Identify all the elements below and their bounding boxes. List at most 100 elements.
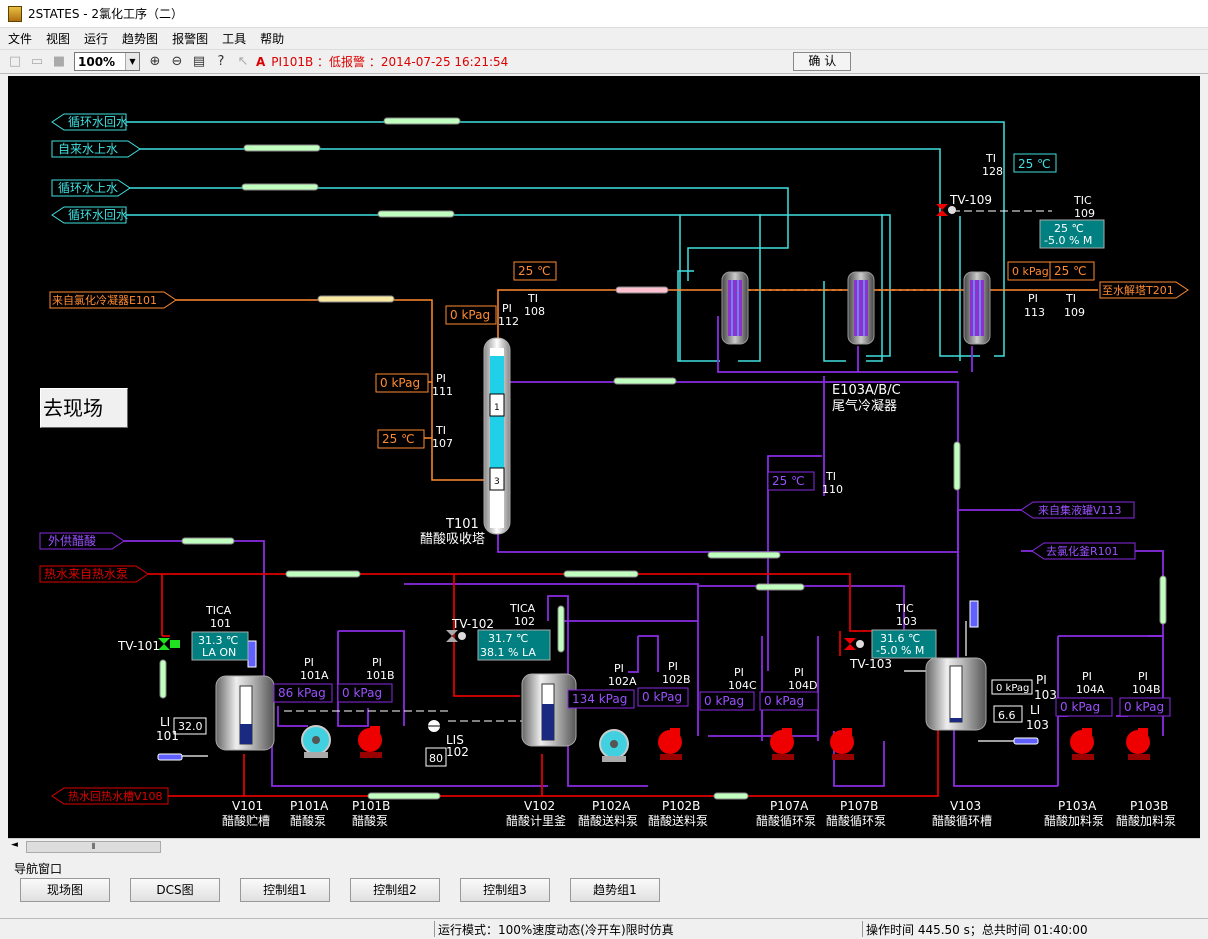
pi102a-value[interactable]: 134 kPag — [572, 692, 627, 706]
confirm-alarm-button[interactable]: 确 认 — [793, 52, 852, 71]
pi103-num: 103 — [1034, 688, 1057, 702]
print-icon[interactable]: ▤ — [190, 53, 208, 71]
nav-control-group-3-button[interactable]: 控制组3 — [460, 878, 550, 902]
pi104a-value[interactable]: 0 kPag — [1060, 700, 1100, 714]
vessel-v102[interactable] — [521, 673, 577, 747]
horizontal-scrollbar[interactable]: ◄ ⦀ — [8, 838, 1200, 855]
tica102-tag: TICA — [509, 602, 536, 615]
menu-file[interactable]: 文件 — [8, 30, 32, 47]
tic103-num: 103 — [896, 615, 917, 628]
new-file-icon[interactable]: □ — [6, 53, 24, 71]
li103-num: 103 — [1026, 718, 1049, 732]
p101b-name: 醋酸泵 — [352, 813, 388, 828]
pi101b-num: 101B — [366, 669, 395, 682]
menu-view[interactable]: 视图 — [46, 30, 70, 47]
open-folder-icon[interactable]: ▭ — [28, 53, 46, 71]
ti128-num: 128 — [982, 165, 1003, 178]
pump-p101b[interactable] — [358, 726, 382, 758]
pi104d-tag: PI — [794, 666, 804, 679]
ti128-value[interactable]: 25 ℃ — [1018, 157, 1051, 171]
condenser-e103[interactable] — [721, 271, 991, 345]
v101-name: 醋酸贮槽 — [222, 813, 270, 828]
p103a-tag: P103A — [1058, 799, 1097, 813]
ti109-tag: TI — [1065, 292, 1076, 305]
pump-p107a[interactable] — [770, 728, 794, 760]
nav-trend-group-1-button[interactable]: 趋势组1 — [570, 878, 660, 902]
vessel-v103[interactable] — [925, 657, 987, 731]
nav-control-group-1-button[interactable]: 控制组1 — [240, 878, 330, 902]
context-help-icon[interactable]: ↖ — [234, 53, 252, 71]
status-time: 操作时间 445.50 s；总共时间 01:40:00 — [862, 921, 1202, 937]
pi104c-value[interactable]: 0 kPag — [704, 694, 744, 708]
pi112-num: 112 — [498, 315, 519, 328]
pi113-value[interactable]: 0 kPag — [1012, 265, 1049, 278]
lis102-value[interactable]: 80 — [429, 752, 443, 765]
save-icon[interactable]: ■ — [50, 53, 68, 71]
valve-tv101[interactable] — [158, 638, 180, 650]
pi101b-value[interactable]: 0 kPag — [342, 686, 382, 700]
pump-p102b[interactable] — [658, 728, 682, 760]
nav-control-group-2-button[interactable]: 控制组2 — [350, 878, 440, 902]
pi104a-num: 104A — [1076, 683, 1105, 696]
pi104d-value[interactable]: 0 kPag — [764, 694, 804, 708]
tica102-num: 102 — [514, 615, 535, 628]
ti108-value[interactable]: 25 ℃ — [518, 264, 551, 278]
absorption-tower-t101[interactable] — [483, 337, 511, 535]
alarm-icon: A — [256, 54, 266, 69]
nav-window-label: 导航窗口 — [14, 862, 63, 876]
li103-value[interactable]: 6.6 — [998, 709, 1016, 722]
li101-tag: LI — [160, 715, 170, 729]
pump-p103a[interactable] — [1070, 728, 1094, 760]
menu-help[interactable]: 帮助 — [260, 30, 284, 47]
tica101-num: 101 — [210, 617, 231, 630]
toolbar: □ ▭ ■ 100% ▼ ⊕ ⊖ ▤ ? ↖ A PI101B ：低报警 ：20… — [0, 49, 1208, 74]
pi102b-value[interactable]: 0 kPag — [642, 690, 682, 704]
ti110-value[interactable]: 25 ℃ — [772, 474, 805, 488]
tv103-tag: TV-103 — [849, 657, 892, 671]
zoom-in-icon[interactable]: ⊕ — [146, 53, 164, 71]
valve-tv103[interactable] — [844, 638, 864, 650]
pi112-value[interactable]: 0 kPag — [450, 308, 490, 322]
ti107-value[interactable]: 25 ℃ — [382, 432, 415, 446]
menu-run[interactable]: 运行 — [84, 30, 108, 47]
status-bar: 运行模式：100%速度动态(冷开车)限时仿真 操作时间 445.50 s；总共时… — [0, 918, 1208, 939]
li101-value[interactable]: 32.0 — [178, 720, 203, 733]
pump-p101a[interactable] — [301, 725, 331, 758]
menu-alarm[interactable]: 报警图 — [172, 30, 208, 47]
menu-trend[interactable]: 趋势图 — [122, 30, 158, 47]
tic103-value2[interactable]: -5.0 % M — [876, 644, 924, 657]
pump-p102a[interactable] — [599, 729, 629, 762]
pi104c-tag: PI — [734, 666, 744, 679]
nav-dcs-view-button[interactable]: DCS图 — [130, 878, 220, 902]
valve-tv102[interactable] — [446, 630, 466, 642]
goto-field-button[interactable]: 去现场 — [40, 388, 128, 428]
e103-name: 尾气冷凝器 — [832, 398, 897, 414]
pi101a-value[interactable]: 86 kPag — [278, 686, 326, 700]
tica102-value2[interactable]: 38.1 % LA — [480, 646, 536, 659]
zoom-out-icon[interactable]: ⊖ — [168, 53, 186, 71]
pi111-value[interactable]: 0 kPag — [380, 376, 420, 390]
zoom-select[interactable]: 100% ▼ — [74, 52, 140, 71]
scrollbar-thumb[interactable]: ⦀ — [26, 841, 161, 853]
pi104b-value[interactable]: 0 kPag — [1124, 700, 1164, 714]
pump-p103b[interactable] — [1126, 728, 1150, 760]
menu-tools[interactable]: 工具 — [222, 30, 246, 47]
chevron-down-icon[interactable]: ▼ — [125, 53, 139, 70]
pi103-value[interactable]: 0 kPag — [996, 683, 1029, 694]
nav-field-view-button[interactable]: 现场图 — [20, 878, 110, 902]
tv102-tag: TV-102 — [451, 617, 494, 631]
help-icon[interactable]: ? — [212, 53, 230, 71]
vessel-v101[interactable] — [215, 675, 275, 751]
tic109-value2[interactable]: -5.0 % M — [1044, 234, 1092, 247]
scroll-left-icon[interactable]: ◄ — [11, 840, 18, 850]
p102a-name: 醋酸送料泵 — [578, 813, 638, 828]
ti109-value[interactable]: 25 ℃ — [1054, 264, 1087, 278]
ti107-num: 107 — [432, 437, 453, 450]
pi112-tag: PI — [502, 302, 512, 315]
p102b-name: 醋酸送料泵 — [648, 813, 708, 828]
stream-tap-water: 自来水上水 — [58, 142, 118, 156]
li101-num: 101 — [156, 729, 179, 743]
tica101-value2[interactable]: LA ON — [202, 646, 236, 659]
tica102-value1[interactable]: 31.7 ℃ — [488, 632, 528, 645]
tv109-tag: TV-109 — [949, 193, 992, 207]
